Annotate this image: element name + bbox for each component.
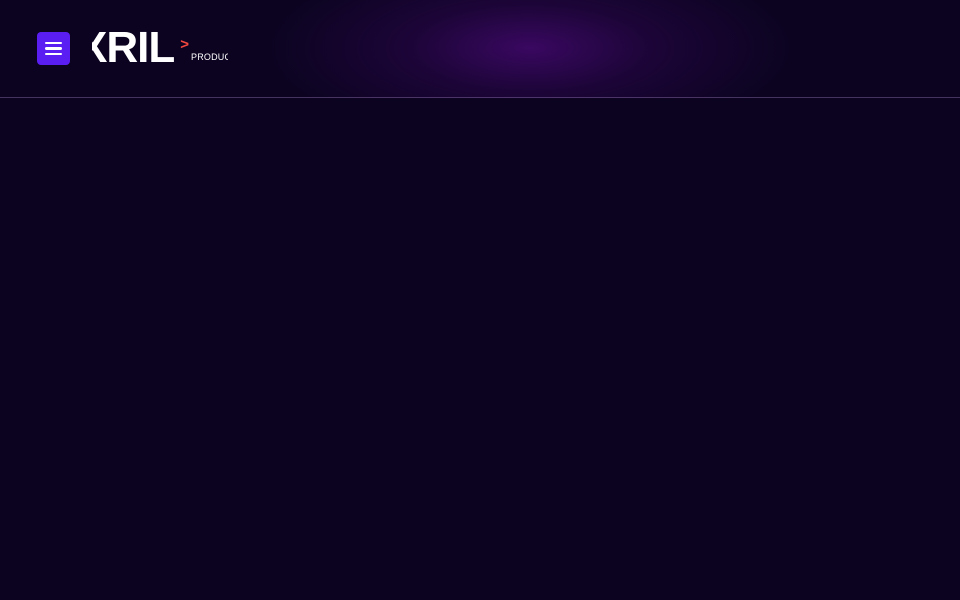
site-header: XRIL > PRODUCTIONS [0, 0, 960, 98]
logo-tagline: PRODUCTIONS [191, 52, 228, 62]
hamburger-menu-icon-line [45, 52, 62, 56]
logo-wordmark: XRIL [92, 23, 175, 72]
logo: XRIL > PRODUCTIONS [92, 24, 228, 72]
hamburger-menu-icon-line [45, 41, 62, 45]
logo-chevron-icon: > [180, 36, 189, 53]
logo-link[interactable]: XRIL > PRODUCTIONS [92, 22, 228, 76]
main-content [0, 99, 960, 600]
hamburger-menu-icon-line [45, 47, 62, 50]
menu-button[interactable] [37, 32, 70, 65]
page: XRIL > PRODUCTIONS [0, 0, 960, 600]
